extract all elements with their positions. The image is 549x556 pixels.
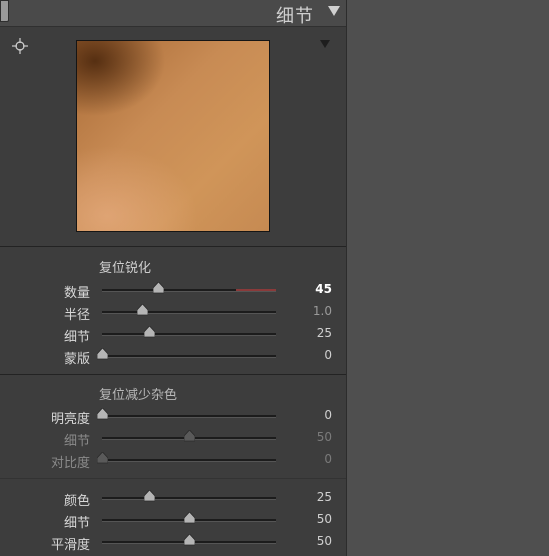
divider — [0, 478, 346, 479]
divider — [0, 246, 346, 247]
slider-row: 平滑度 50 — [0, 531, 346, 553]
sharpening-title[interactable]: 复位锐化 — [99, 257, 151, 276]
slider-track[interactable] — [102, 311, 276, 314]
panel-header[interactable]: 细节 — [0, 0, 346, 27]
slider-label: 细节 — [63, 434, 90, 449]
slider-value[interactable]: 50 — [292, 534, 332, 548]
slider-row: 细节 50 — [0, 509, 346, 531]
track-highlight — [236, 289, 276, 291]
slider-label: 明亮度 — [50, 412, 90, 427]
slider-track[interactable] — [102, 497, 276, 500]
slider-row: 对比度 0 — [0, 449, 346, 471]
slider-label: 细节 — [63, 516, 90, 531]
slider-row: 细节 50 — [0, 427, 346, 449]
slider-thumb[interactable] — [137, 304, 149, 316]
slider-thumb[interactable] — [97, 348, 108, 360]
slider-track[interactable] — [102, 355, 276, 358]
divider — [0, 374, 346, 375]
slider-row: 颜色 25 — [0, 487, 346, 509]
slider-label: 细节 — [63, 330, 90, 345]
slider-value[interactable]: 1.0 — [292, 304, 332, 318]
slider-label: 对比度 — [50, 456, 90, 471]
preview-menu-icon[interactable] — [320, 40, 330, 48]
slider-label: 颜色 — [63, 494, 90, 509]
slider-track[interactable] — [102, 289, 276, 292]
slider-label: 数量 — [63, 286, 90, 301]
slider-value[interactable]: 50 — [292, 512, 332, 526]
panel-side-tab[interactable] — [0, 0, 9, 22]
slider-row: 数量 45 — [0, 279, 346, 301]
slider-value[interactable]: 0 — [292, 408, 332, 422]
slider-value[interactable]: 25 — [292, 490, 332, 504]
slider-label: 蒙版 — [63, 352, 90, 367]
slider-value[interactable]: 0 — [292, 348, 332, 362]
slider-value[interactable]: 45 — [292, 282, 332, 296]
slider-thumb[interactable] — [143, 490, 155, 502]
slider-label: 平滑度 — [50, 538, 90, 553]
slider-value[interactable]: 25 — [292, 326, 332, 340]
target-adjustment-icon[interactable] — [12, 38, 28, 54]
slider-value[interactable]: 50 — [292, 430, 332, 444]
noise-reduction-title[interactable]: 复位减少杂色 — [99, 384, 177, 403]
slider-row: 明亮度 0 — [0, 405, 346, 427]
slider-thumb[interactable] — [97, 408, 108, 420]
slider-thumb[interactable] — [184, 512, 195, 524]
slider-track[interactable] — [102, 415, 276, 418]
slider-track[interactable] — [102, 459, 276, 462]
slider-value[interactable]: 0 — [292, 452, 332, 466]
collapse-triangle-icon[interactable] — [328, 6, 340, 16]
slider-thumb[interactable] — [143, 326, 155, 338]
slider-thumb[interactable] — [97, 452, 108, 464]
detail-panel: 细节 复位锐化 数量 45 半径 1.0 细节 25 蒙版 0 复位减少杂色 明亮度 0 细节 50… — [0, 0, 347, 556]
panel-title: 细节 — [276, 6, 314, 27]
slider-thumb[interactable] — [152, 282, 164, 294]
slider-thumb[interactable] — [184, 534, 195, 546]
detail-preview-image[interactable] — [76, 40, 270, 232]
slider-label: 半径 — [63, 308, 90, 323]
slider-thumb[interactable] — [184, 430, 195, 442]
slider-row: 蒙版 0 — [0, 345, 346, 367]
slider-row: 半径 1.0 — [0, 301, 346, 323]
slider-row: 细节 25 — [0, 323, 346, 345]
slider-track[interactable] — [102, 333, 276, 336]
